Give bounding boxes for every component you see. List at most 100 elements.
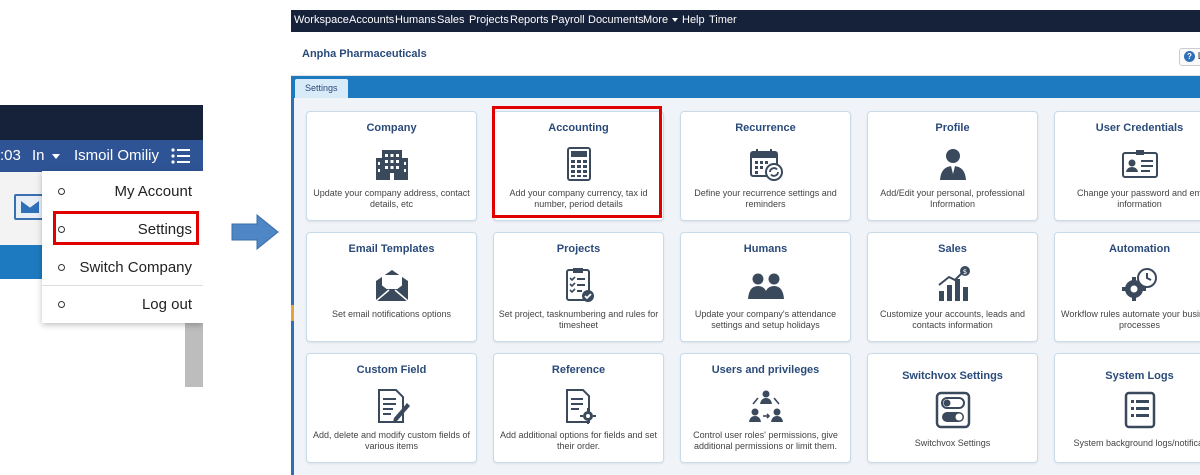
menu-item-label: Log out — [141, 296, 192, 313]
bullet-icon — [58, 301, 65, 308]
list-document-icon — [1124, 391, 1155, 429]
clock-time: :03 — [0, 147, 21, 164]
help-button[interactable]: ? L — [1179, 48, 1200, 66]
user-hierarchy-icon — [748, 390, 783, 422]
tile-users-and-privileges[interactable]: Users and privileges Control user roles'… — [680, 353, 851, 463]
tile-title: Custom Field — [356, 364, 427, 376]
company-name: Anpha Pharmaceuticals — [302, 48, 427, 60]
tab-settings[interactable]: Settings — [295, 79, 348, 98]
tile-title: Automation — [1108, 243, 1171, 255]
user-name-button[interactable]: Ismoil Omiliy — [74, 147, 159, 164]
tile-title: Company — [366, 122, 417, 134]
tile-description: Workflow rules automate your business pr… — [1061, 309, 1200, 330]
menu-item-switch-company[interactable]: Switch Company — [42, 249, 203, 287]
tile-description: Add/Edit your personal, professional Inf… — [880, 188, 1025, 209]
tile-title: Switchvox Settings — [902, 370, 1003, 382]
tile-title: Recurrence — [735, 122, 796, 134]
user-dropdown-menu: My Account Settings Switch Company Log o… — [42, 171, 203, 323]
toggle-switch-icon — [935, 391, 970, 429]
attendance-status[interactable]: In — [32, 147, 45, 164]
tile-sales[interactable]: Sales $ Customize your accounts, leads a… — [867, 232, 1038, 342]
left-edge-strip — [291, 98, 294, 475]
nav-more[interactable]: More — [643, 14, 679, 26]
tile-description: System background logs/notificat — [1073, 438, 1200, 448]
bullet-icon — [58, 188, 65, 195]
tile-switchvox-settings[interactable]: Switchvox Settings Switchvox Settings — [867, 353, 1038, 463]
nav-more-label: More — [643, 14, 669, 26]
top-bar — [0, 105, 203, 140]
tile-recurrence[interactable]: Recurrence Define your recurrence settin… — [680, 111, 851, 221]
settings-highlight-box — [53, 211, 199, 245]
envelope-icon — [375, 270, 408, 302]
tile-description: Change your password and em information — [1076, 188, 1200, 209]
tile-description: Switchvox Settings — [914, 438, 991, 448]
settings-page: Workspace Accounts Humans Sales Projects… — [291, 10, 1200, 475]
tile-title: Humans — [743, 243, 788, 255]
tile-title: Projects — [556, 243, 601, 255]
tile-description: Update your company's attendance setting… — [694, 309, 837, 330]
company-header: Anpha Pharmaceuticals ? L — [291, 32, 1200, 76]
people-icon — [747, 273, 784, 299]
user-nav-bar: :03 In Ismoil Omiliy — [0, 140, 203, 172]
tile-description: Define your recurrence settings and remi… — [694, 188, 837, 209]
tile-reference[interactable]: Reference Add additional options for fie… — [493, 353, 664, 463]
nav-sales[interactable]: Sales — [437, 14, 465, 26]
tile-description: Customize your accounts, leads and conta… — [879, 309, 1026, 330]
tile-company[interactable]: Company Update your company address, con… — [306, 111, 477, 221]
tile-user-credentials[interactable]: User Credentials Change your password an… — [1054, 111, 1200, 221]
top-navigation: Workspace Accounts Humans Sales Projects… — [291, 10, 1200, 32]
nav-workspace[interactable]: Workspace — [294, 14, 349, 26]
tile-title: Sales — [938, 243, 967, 255]
left-edge-marker — [291, 305, 294, 321]
tab-bar: Settings — [291, 76, 1200, 98]
nav-timer[interactable]: Timer — [709, 14, 737, 26]
tile-profile[interactable]: Profile Add/Edit your personal, professi… — [867, 111, 1038, 221]
tile-description: Set project, tasknumbering and rules for… — [498, 309, 659, 330]
menu-item-label: My Account — [114, 183, 192, 200]
tile-automation[interactable]: Automation Workflow rules automate your … — [1054, 232, 1200, 342]
automation-gear-icon — [1121, 268, 1157, 301]
tile-title: System Logs — [1105, 370, 1174, 382]
right-arrow-icon — [231, 214, 279, 250]
edit-document-icon — [377, 389, 410, 423]
tile-description: Add additional options for fields and se… — [499, 430, 658, 451]
tile-description: Add, delete and modify custom fields of … — [312, 430, 471, 451]
tile-email-templates[interactable]: Email Templates Set email notifications … — [306, 232, 477, 342]
menu-list-icon[interactable] — [171, 148, 191, 164]
menu-item-label: Switch Company — [79, 259, 192, 276]
tile-description: Update your company address, contact det… — [313, 188, 470, 209]
nav-payroll[interactable]: Payroll — [551, 14, 585, 26]
tile-title: Profile — [935, 122, 970, 134]
menu-item-log-out[interactable]: Log out — [42, 285, 203, 323]
tile-system-logs[interactable]: System Logs System background logs/notif… — [1054, 353, 1200, 463]
screenshot-composite: :03 In Ismoil Omiliy My Account Settings… — [0, 0, 1200, 475]
building-icon — [375, 150, 408, 180]
nav-documents[interactable]: Documents — [588, 14, 644, 26]
nav-reports[interactable]: Reports — [510, 14, 549, 26]
tile-humans[interactable]: Humans Update your company's attendance … — [680, 232, 851, 342]
document-settings-icon — [565, 389, 596, 424]
tile-title: Reference — [551, 364, 606, 376]
nav-accounts[interactable]: Accounts — [349, 14, 394, 26]
bullet-icon — [58, 264, 65, 271]
tile-projects[interactable]: Projects Set project, tasknumbering and … — [493, 232, 664, 342]
tile-title: Users and privileges — [711, 364, 820, 376]
menu-item-my-account[interactable]: My Account — [42, 173, 203, 211]
sales-chart-icon: $ — [937, 266, 970, 301]
user-profile-icon — [939, 149, 966, 180]
chevron-down-icon[interactable] — [52, 154, 60, 159]
nav-humans[interactable]: Humans — [395, 14, 436, 26]
accounting-highlight-box — [492, 106, 662, 218]
nav-projects[interactable]: Projects — [469, 14, 509, 26]
svg-text:$: $ — [962, 268, 966, 276]
tile-description: Control user roles' permissions, give ad… — [693, 430, 838, 451]
tile-title: User Credentials — [1095, 122, 1184, 134]
tile-title: Email Templates — [348, 243, 435, 255]
nav-help[interactable]: Help — [682, 14, 705, 26]
tile-description: Set email notifications options — [331, 309, 452, 319]
clipboard-check-icon — [565, 268, 594, 302]
id-card-icon — [1121, 150, 1158, 178]
chevron-down-icon — [672, 18, 679, 23]
tile-custom-field[interactable]: Custom Field Add, delete and modify cust… — [306, 353, 477, 463]
question-icon: ? — [1184, 51, 1195, 62]
